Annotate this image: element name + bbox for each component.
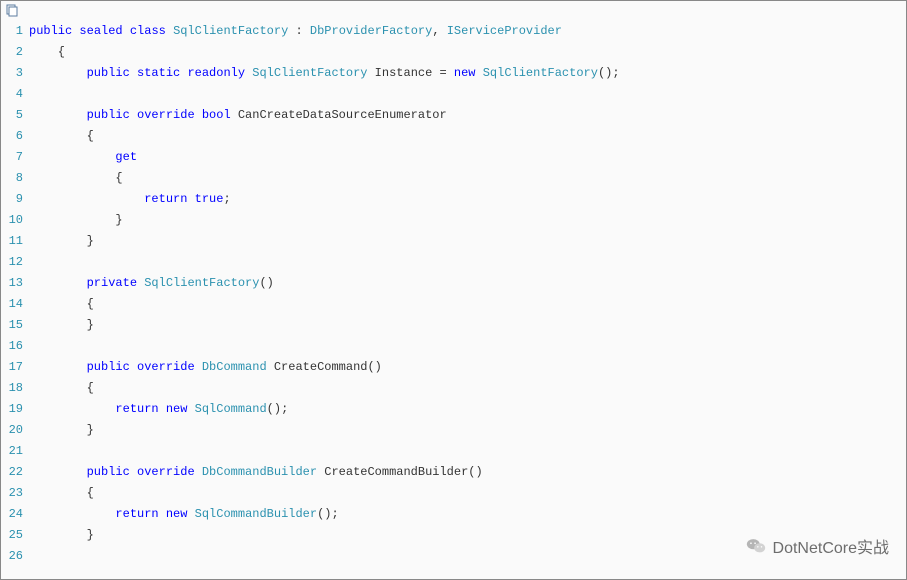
line-number: 24 xyxy=(1,504,29,525)
line-number: 17 xyxy=(1,357,29,378)
code-line: 6 { xyxy=(1,126,902,147)
code-line: 23 { xyxy=(1,483,902,504)
code-content: return new SqlCommand(); xyxy=(29,399,902,420)
line-number: 19 xyxy=(1,399,29,420)
code-content: { xyxy=(29,126,902,147)
watermark: DotNetCore实战 xyxy=(745,534,889,558)
line-number: 7 xyxy=(1,147,29,168)
code-content: { xyxy=(29,42,902,63)
code-content: public override DbCommandBuilder CreateC… xyxy=(29,462,902,483)
toolbar xyxy=(1,1,906,21)
line-number: 25 xyxy=(1,525,29,546)
code-line: 10 } xyxy=(1,210,902,231)
code-content: get xyxy=(29,147,902,168)
line-number: 20 xyxy=(1,420,29,441)
code-line: 12 xyxy=(1,252,902,273)
code-content: { xyxy=(29,378,902,399)
line-number: 6 xyxy=(1,126,29,147)
code-line: 7 get xyxy=(1,147,902,168)
code-content: { xyxy=(29,294,902,315)
code-content: return new SqlCommandBuilder(); xyxy=(29,504,902,525)
line-number: 3 xyxy=(1,63,29,84)
code-line: 13 private SqlClientFactory() xyxy=(1,273,902,294)
code-line: 16 xyxy=(1,336,902,357)
code-content: public override bool CanCreateDataSource… xyxy=(29,105,902,126)
copy-icon[interactable] xyxy=(5,4,19,18)
line-number: 4 xyxy=(1,84,29,105)
line-number: 1 xyxy=(1,21,29,42)
code-line: 14 { xyxy=(1,294,902,315)
code-content: public sealed class SqlClientFactory : D… xyxy=(29,21,902,42)
code-line: 3 public static readonly SqlClientFactor… xyxy=(1,63,902,84)
line-number: 22 xyxy=(1,462,29,483)
code-content: return true; xyxy=(29,189,902,210)
line-number: 12 xyxy=(1,252,29,273)
line-number: 5 xyxy=(1,105,29,126)
code-content: { xyxy=(29,168,902,189)
code-line: 8 { xyxy=(1,168,902,189)
line-number: 11 xyxy=(1,231,29,252)
line-number: 15 xyxy=(1,315,29,336)
code-line: 19 return new SqlCommand(); xyxy=(1,399,902,420)
code-content: } xyxy=(29,315,902,336)
code-line: 17 public override DbCommand CreateComma… xyxy=(1,357,902,378)
code-line: 24 return new SqlCommandBuilder(); xyxy=(1,504,902,525)
line-number: 2 xyxy=(1,42,29,63)
line-number: 10 xyxy=(1,210,29,231)
line-number: 21 xyxy=(1,441,29,462)
code-line: 20 } xyxy=(1,420,902,441)
code-content: } xyxy=(29,420,902,441)
code-line: 22 public override DbCommandBuilder Crea… xyxy=(1,462,902,483)
code-line: 1public sealed class SqlClientFactory : … xyxy=(1,21,902,42)
line-number: 23 xyxy=(1,483,29,504)
line-number: 8 xyxy=(1,168,29,189)
code-line: 5 public override bool CanCreateDataSour… xyxy=(1,105,902,126)
code-content: public static readonly SqlClientFactory … xyxy=(29,63,902,84)
code-content: public override DbCommand CreateCommand(… xyxy=(29,357,902,378)
code-area: 1public sealed class SqlClientFactory : … xyxy=(1,21,906,567)
line-number: 9 xyxy=(1,189,29,210)
code-line: 18 { xyxy=(1,378,902,399)
line-number: 26 xyxy=(1,546,29,567)
code-viewer: 1public sealed class SqlClientFactory : … xyxy=(0,0,907,580)
line-number: 14 xyxy=(1,294,29,315)
code-content: { xyxy=(29,483,902,504)
wechat-icon xyxy=(745,535,767,557)
code-line: 11 } xyxy=(1,231,902,252)
watermark-text: DotNetCore实战 xyxy=(773,534,889,558)
code-line: 21 xyxy=(1,441,902,462)
code-line: 4 xyxy=(1,84,902,105)
code-line: 2 { xyxy=(1,42,902,63)
code-line: 9 return true; xyxy=(1,189,902,210)
code-content: private SqlClientFactory() xyxy=(29,273,902,294)
line-number: 18 xyxy=(1,378,29,399)
line-number: 13 xyxy=(1,273,29,294)
code-content: } xyxy=(29,210,902,231)
code-line: 15 } xyxy=(1,315,902,336)
line-number: 16 xyxy=(1,336,29,357)
code-content: } xyxy=(29,231,902,252)
